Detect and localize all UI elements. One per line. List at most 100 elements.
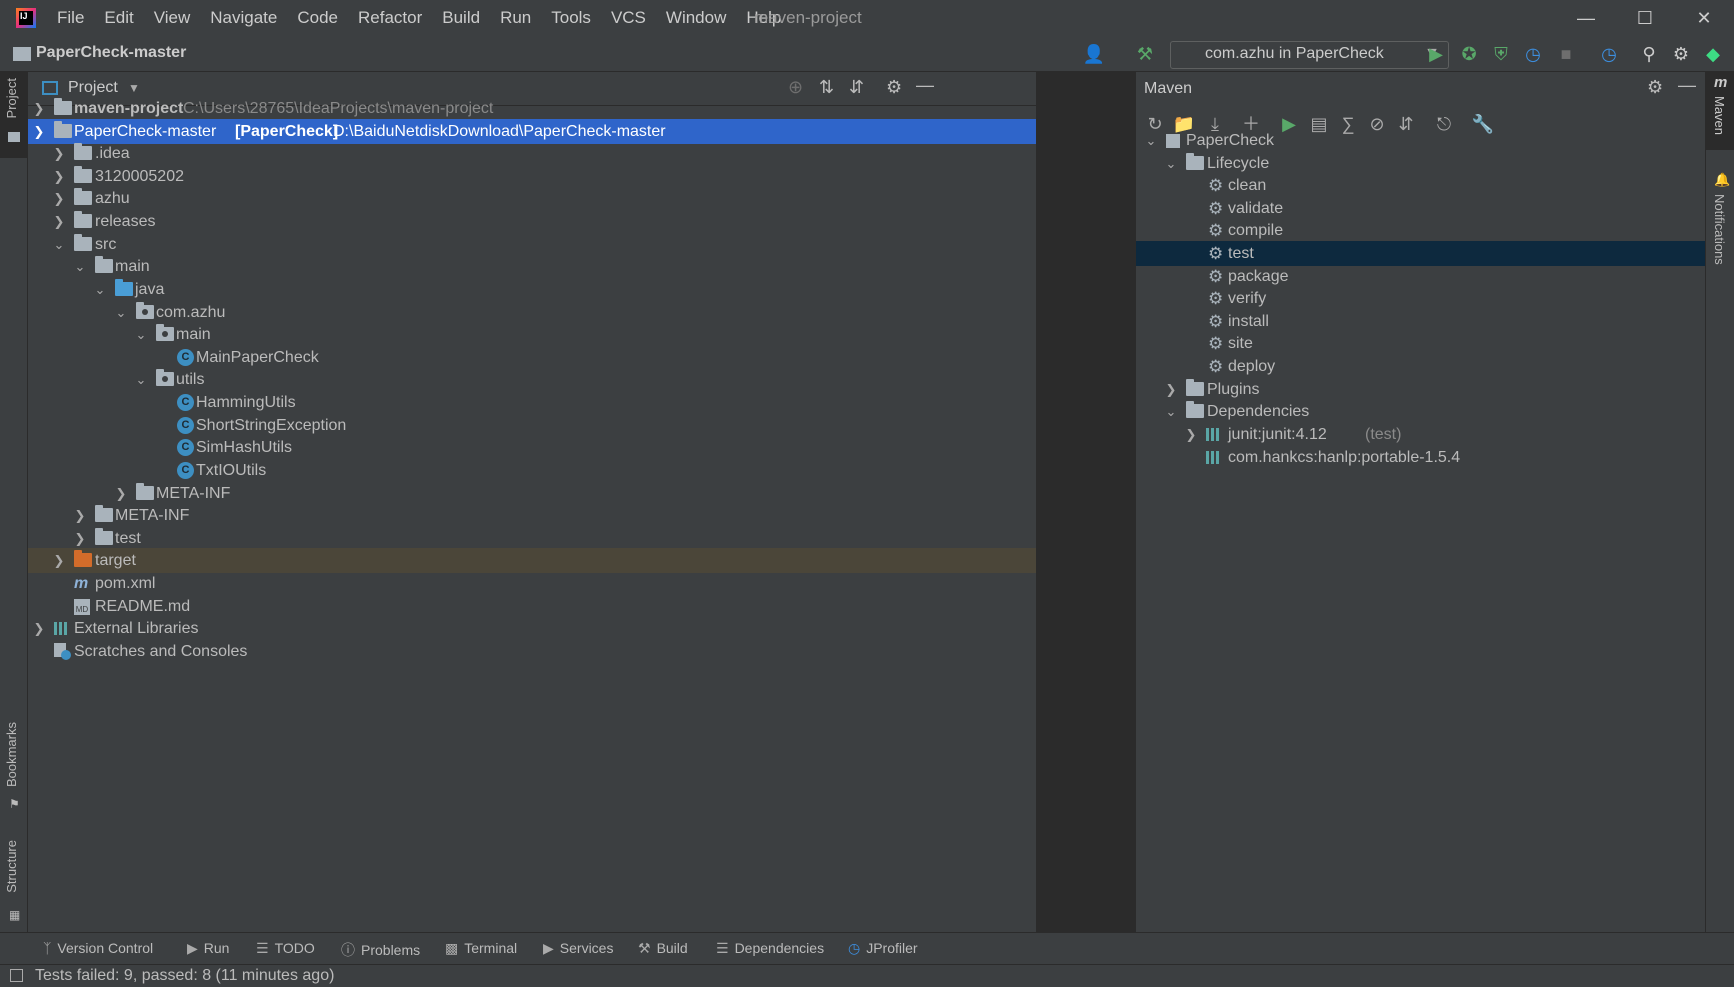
bookmarks-tool-tab[interactable]: Bookmarks — [4, 722, 19, 787]
chevron-right-icon[interactable]: ❯ — [52, 548, 66, 573]
locate-file-icon[interactable]: ⊕ — [788, 77, 803, 98]
jprofiler-icon[interactable]: ◷ — [1597, 42, 1621, 66]
tree-label: releases — [95, 213, 156, 230]
chevron-right-icon[interactable]: ❯ — [52, 186, 66, 211]
stop-icon[interactable]: ■ — [1554, 42, 1578, 66]
options-gear-icon[interactable]: ⚙ — [1647, 77, 1663, 98]
chevron-down-icon[interactable]: ⌄ — [1144, 128, 1158, 153]
maven-file-icon: m — [74, 575, 89, 592]
tree-row-txtioutils[interactable]: C TxtIOUtils — [28, 458, 1036, 483]
maven-dependency-junit[interactable]: ❯ junit:junit:4.12 (test) — [1136, 422, 1706, 447]
menu-view[interactable]: View — [154, 8, 191, 28]
menu-run[interactable]: Run — [500, 8, 531, 28]
tree-row-pom[interactable]: m pom.xml — [28, 571, 1036, 596]
chevron-down-icon[interactable]: ⌄ — [1164, 399, 1178, 424]
tab-problems[interactable]: ⓘ Problems — [341, 940, 420, 960]
java-class-icon: C — [177, 417, 194, 434]
tree-row-main[interactable]: ⌄ main — [28, 254, 1036, 279]
tab-dependencies[interactable]: ☰ Dependencies — [716, 940, 824, 957]
tab-services[interactable]: ▶ Services — [543, 940, 613, 957]
menu-edit[interactable]: Edit — [104, 8, 133, 28]
chevron-right-icon[interactable]: ❯ — [52, 141, 66, 166]
menu-build[interactable]: Build — [442, 8, 480, 28]
project-tool-tab[interactable]: Project — [0, 72, 28, 158]
chevron-right-icon[interactable]: ❯ — [73, 503, 87, 528]
tree-label: utils — [176, 371, 205, 388]
maven-goal-test[interactable]: ⚙ test — [1136, 241, 1706, 266]
chevron-down-icon[interactable]: ▼ — [128, 81, 140, 95]
tree-row-scratches[interactable]: Scratches and Consoles — [28, 639, 1036, 664]
debug-bug-icon[interactable]: ✪ — [1457, 42, 1481, 66]
maven-row-dependencies[interactable]: ⌄ Dependencies — [1136, 399, 1706, 424]
menu-tools[interactable]: Tools — [551, 8, 591, 28]
editor-area[interactable] — [1036, 72, 1135, 932]
tab-jprofiler[interactable]: ◷ JProfiler — [848, 940, 918, 957]
menu-navigate[interactable]: Navigate — [210, 8, 277, 28]
structure-tool-tab[interactable]: Structure — [4, 840, 19, 893]
tree-row-azhu[interactable]: ❯ azhu — [28, 186, 1036, 211]
menu-file[interactable]: File — [57, 8, 84, 28]
menu-vcs[interactable]: VCS — [611, 8, 646, 28]
collapse-all-icon[interactable]: ⇵ — [849, 77, 864, 98]
menu-window[interactable]: Window — [666, 8, 726, 28]
search-icon[interactable]: ⚲ — [1637, 42, 1661, 66]
menu-refactor[interactable]: Refactor — [358, 8, 422, 28]
chevron-right-icon[interactable]: ❯ — [32, 616, 46, 641]
tree-row-meta-inf[interactable]: ❯ META-INF — [28, 503, 1036, 528]
minimize-window-button[interactable]: — — [1566, 4, 1606, 32]
tree-row-external-libraries[interactable]: ❯ External Libraries — [28, 616, 1036, 641]
tab-run[interactable]: ▶ Run — [187, 940, 229, 957]
maven-row-papercheck[interactable]: ⌄ PaperCheck — [1136, 128, 1706, 153]
expand-all-icon[interactable]: ⇅ — [819, 77, 834, 98]
layers-icon: ☰ — [716, 940, 729, 956]
build-hammer-icon[interactable]: ⚒ — [1133, 42, 1157, 66]
maximize-window-button[interactable]: ☐ — [1625, 4, 1665, 32]
tree-row-java[interactable]: ⌄ java — [28, 277, 1036, 302]
close-window-button[interactable]: ✕ — [1684, 4, 1724, 32]
maven-goal-verify[interactable]: ⚙ verify — [1136, 286, 1706, 311]
chevron-down-icon[interactable]: ⌄ — [134, 322, 148, 347]
project-view-select[interactable]: Project — [68, 79, 118, 97]
toggle-tool-windows-icon[interactable] — [10, 969, 23, 982]
maven-goal-clean[interactable]: ⚙ clean — [1136, 173, 1706, 198]
profiler-icon[interactable]: ◷ — [1521, 42, 1545, 66]
options-gear-icon[interactable]: ⚙ — [886, 77, 902, 98]
tree-row-main-package[interactable]: ⌄ main — [28, 322, 1036, 347]
menu-code[interactable]: Code — [297, 8, 338, 28]
maven-goal-deploy[interactable]: ⚙ deploy — [1136, 354, 1706, 379]
run-icon[interactable]: ▶ — [1424, 42, 1448, 66]
tree-label: HammingUtils — [196, 394, 296, 411]
maven-goal-site[interactable]: ⚙ site — [1136, 331, 1706, 356]
tab-terminal[interactable]: ▩ Terminal — [445, 940, 517, 957]
tree-row-releases[interactable]: ❯ releases — [28, 209, 1036, 234]
chevron-down-icon[interactable]: ⌄ — [73, 254, 87, 279]
tab-todo[interactable]: ☰ TODO — [256, 940, 315, 957]
maven-tool-tab[interactable]: m Maven — [1706, 72, 1734, 150]
tree-row-idea[interactable]: ❯ .idea — [28, 141, 1036, 166]
chevron-right-icon[interactable]: ❯ — [52, 209, 66, 234]
chevron-right-icon[interactable]: ❯ — [32, 96, 46, 121]
hide-panel-icon[interactable]: — — [1678, 75, 1696, 96]
maven-goal-compile[interactable]: ⚙ compile — [1136, 218, 1706, 243]
maven-dependency-hanlp[interactable]: com.hankcs:hanlp:portable-1.5.4 — [1136, 445, 1706, 470]
chevron-right-icon[interactable]: ❯ — [1184, 422, 1198, 447]
tree-row-hammingutils[interactable]: C HammingUtils — [28, 390, 1036, 415]
run-config-select[interactable]: com.azhu in PaperCheck ▼ — [1170, 41, 1449, 69]
tree-row-maven-project[interactable]: ❯ maven-project C:\Users\28765\IdeaProje… — [28, 96, 1036, 121]
notifications-tool-tab[interactable]: Notifications — [1712, 194, 1727, 265]
user-icon[interactable]: 👤 — [1082, 42, 1106, 66]
tree-row-utils[interactable]: ⌄ utils — [28, 367, 1036, 392]
tab-version-control[interactable]: ᛉ Version Control — [43, 940, 153, 956]
chevron-down-icon[interactable]: ⌄ — [134, 367, 148, 392]
breadcrumb[interactable]: PaperCheck-master — [36, 44, 186, 62]
status-message[interactable]: Tests failed: 9, passed: 8 (11 minutes a… — [35, 967, 334, 985]
coverage-icon[interactable]: ⛨ — [1489, 42, 1513, 66]
hide-panel-icon[interactable]: — — [916, 75, 934, 96]
tree-label: PaperCheck — [1186, 132, 1275, 149]
tab-build[interactable]: ⚒ Build — [638, 940, 688, 957]
tree-row-simhashutils[interactable]: C SimHashUtils — [28, 435, 1036, 460]
plugin-icon[interactable]: ◆ — [1701, 42, 1725, 66]
tree-row-target[interactable]: ❯ target — [28, 548, 1036, 573]
settings-gear-icon[interactable]: ⚙ — [1669, 42, 1693, 66]
chevron-down-icon[interactable]: ⌄ — [93, 277, 107, 302]
